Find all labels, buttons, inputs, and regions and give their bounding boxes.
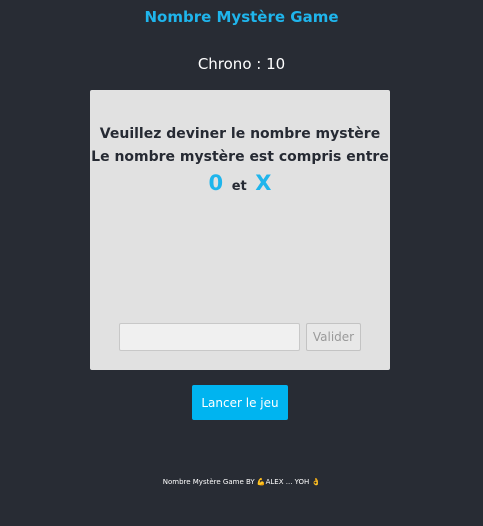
guess-input[interactable] [119,323,300,351]
start-game-button[interactable]: Lancer le jeu [192,385,288,420]
range-display: 0 et X [90,171,390,195]
range-description: Le nombre mystère est compris entre [91,149,389,165]
range-max: X [255,171,272,195]
instruction-text: Veuillez deviner le nombre mystère [99,126,381,142]
range-min: 0 [208,171,224,195]
timer-label: Chrono : 10 [197,55,286,73]
page-title: Nombre Mystère Game [144,8,339,26]
validate-button[interactable]: Valider [306,323,361,351]
range-connector: et [231,179,247,194]
game-card: Veuillez deviner le nombre mystère Le no… [90,90,390,370]
footer-credits: Nombre Mystère Game BY 💪ALEX ... YOH 👌 [162,478,321,486]
